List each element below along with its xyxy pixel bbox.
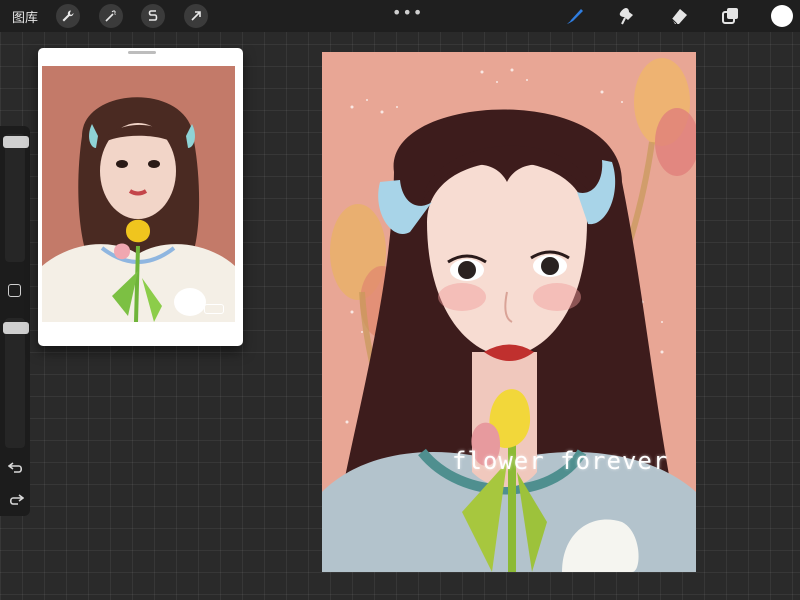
reference-panel[interactable] — [38, 48, 243, 346]
modify-button[interactable] — [8, 284, 21, 297]
drawing-canvas[interactable]: flower forever — [322, 52, 696, 572]
layers-icon[interactable] — [719, 5, 741, 27]
brush-icon[interactable] — [564, 5, 586, 27]
canvas-artwork — [322, 52, 696, 572]
opacity-thumb[interactable] — [3, 322, 29, 334]
left-sidebar — [0, 126, 30, 516]
brush-size-slider[interactable] — [5, 134, 25, 262]
smudge-icon[interactable] — [616, 5, 638, 27]
color-picker-button[interactable] — [771, 5, 793, 27]
reference-photo — [42, 66, 235, 322]
canvas-text-overlay: flower forever — [452, 447, 669, 475]
more-actions-button[interactable]: ••• — [392, 3, 423, 22]
redo-icon[interactable] — [8, 492, 24, 506]
reference-badge — [204, 304, 224, 314]
undo-icon[interactable] — [8, 460, 24, 474]
wrench-icon[interactable] — [56, 4, 80, 28]
opacity-slider[interactable] — [5, 318, 25, 448]
gallery-button[interactable]: 图库 — [12, 7, 38, 26]
top-toolbar: 图库 ••• — [0, 0, 800, 32]
selection-icon[interactable] — [141, 4, 165, 28]
eraser-icon[interactable] — [668, 5, 690, 27]
magic-wand-icon[interactable] — [99, 4, 123, 28]
transform-arrow-icon[interactable] — [184, 4, 208, 28]
reference-drag-handle[interactable] — [128, 51, 156, 54]
brush-size-thumb[interactable] — [3, 136, 29, 148]
